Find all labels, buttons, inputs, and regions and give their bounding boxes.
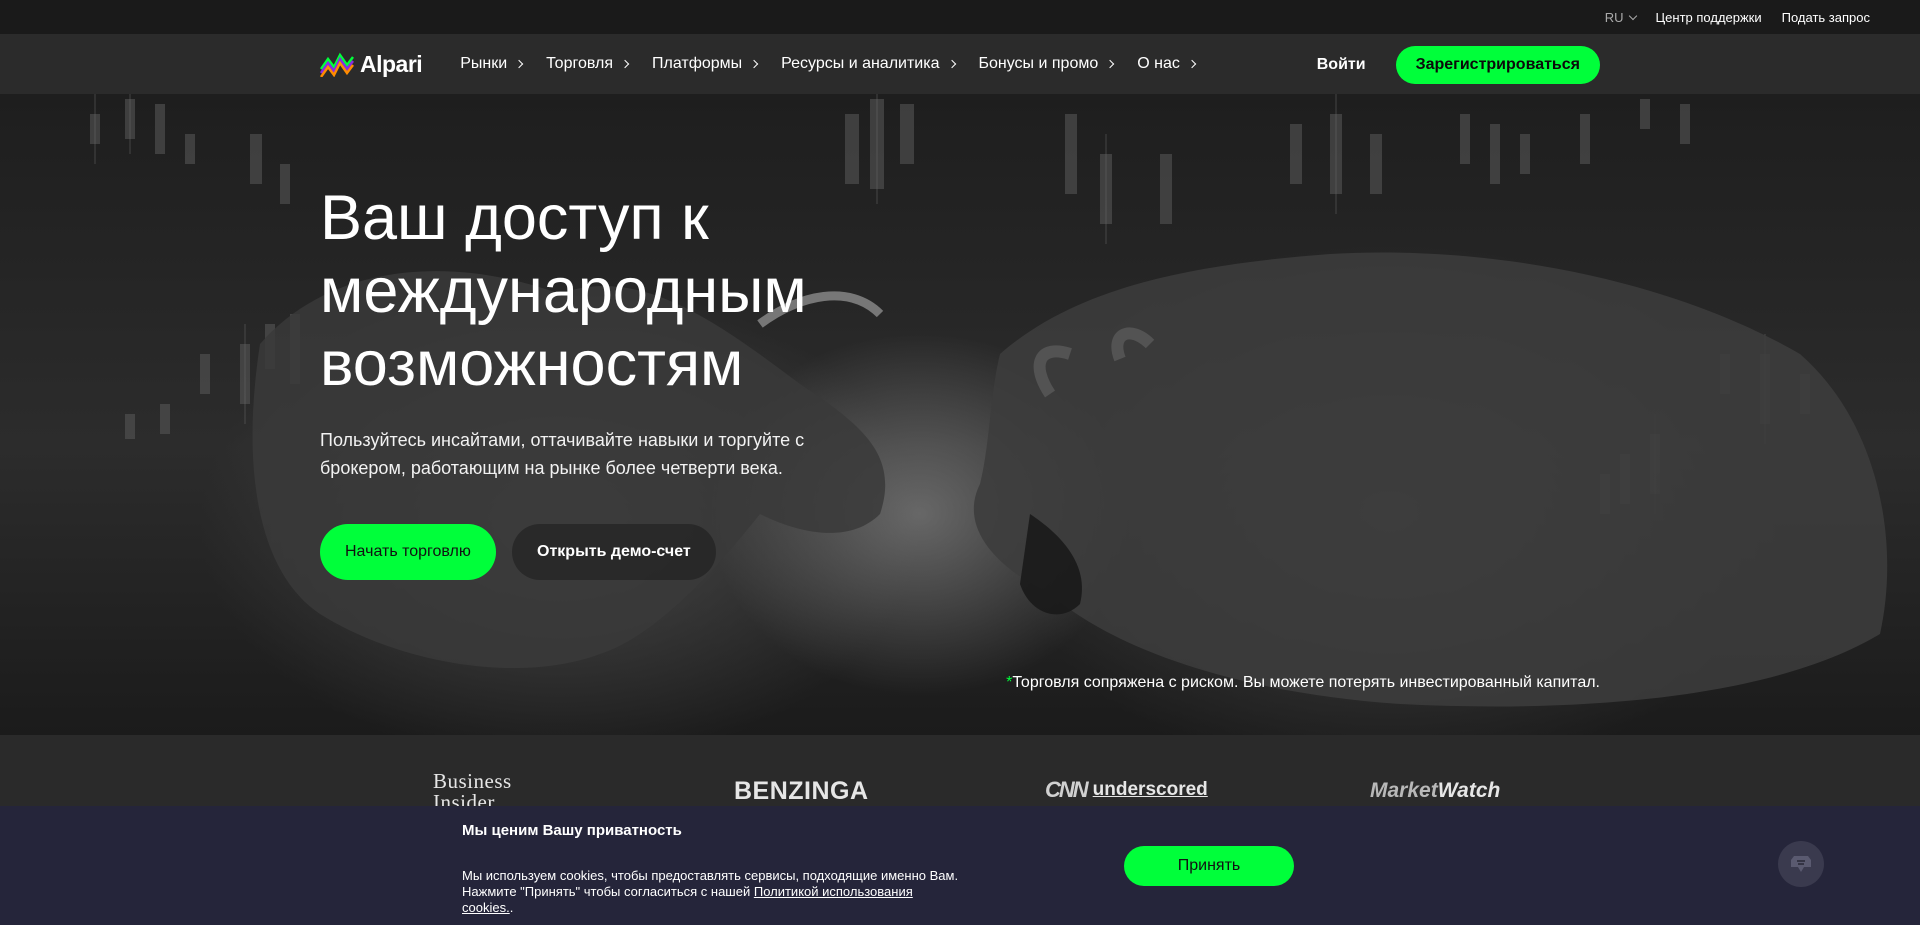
chat-button[interactable] [1778,841,1824,887]
risk-warning: *Торговля сопряжена с риском. Вы можете … [1006,674,1600,692]
cnn-underscored-logo: CNN underscored [1045,777,1208,803]
chevron-right-icon [749,59,759,69]
nav-item-markets[interactable]: Рынки [460,55,524,73]
chevron-down-icon [1628,11,1637,20]
submit-request-link[interactable]: Подать запрос [1782,10,1870,25]
cnn-mark: CNN [1045,777,1089,802]
language-label: RU [1604,9,1624,25]
hero-section: Ваш доступ к международным возможностям … [0,94,1920,735]
support-center-link[interactable]: Центр поддержки [1656,10,1762,25]
chevron-right-icon [1187,59,1197,69]
nav-item-label: Рынки [460,55,508,72]
business-insider-line1: Business [433,769,512,793]
nav-menu: Рынки Торговля Платформы Ресурсы и анали… [460,55,1219,73]
marketwatch-logo: MarketWatch [1370,779,1500,803]
nav-item-label: Ресурсы и аналитика [781,55,940,72]
cookie-text: Мы используем cookies, чтобы предоставля… [462,868,962,916]
top-utility-bar: RU Центр поддержки Подать запрос [0,0,1920,34]
bull-bear-background-image [90,94,1888,707]
nav-item-platforms[interactable]: Платформы [651,55,759,73]
chevron-right-icon [620,59,630,69]
cookie-title: Мы ценим Вашу приватность [462,822,682,839]
nav-item-about[interactable]: О нас [1137,55,1197,73]
cookie-consent-banner: Мы ценим Вашу приватность Мы используем … [0,806,1920,925]
hero-title: Ваш доступ к международным возможностям [320,183,807,399]
benzinga-logo: BENZINGA [734,777,869,805]
register-button[interactable]: Зарегистрироваться [1395,46,1600,84]
nav-item-label: Торговля [546,55,613,72]
main-navigation: Alpari Рынки Торговля Платформы Ресурсы … [0,34,1920,94]
nav-item-resources[interactable]: Ресурсы и аналитика [781,55,956,73]
nav-item-label: О нас [1137,55,1180,72]
alpari-logo[interactable]: Alpari [320,50,423,78]
accept-cookies-button[interactable]: Принять [1124,846,1294,886]
nav-item-trading[interactable]: Торговля [546,55,630,73]
nav-item-label: Бонусы и промо [978,55,1099,72]
cnn-underscored-text: underscored [1092,779,1208,800]
chat-icon [1791,856,1811,872]
alpari-logo-icon [320,52,354,77]
marketwatch-bold: Watch [1437,779,1501,802]
open-demo-account-button[interactable]: Открыть демо-счет [512,524,716,580]
chevron-right-icon [1106,59,1115,69]
nav-item-bonuses[interactable]: Бонусы и промо [978,55,1115,73]
cookie-text-end: . [509,900,514,915]
chevron-right-icon [947,59,956,69]
login-link[interactable]: Войти [1317,56,1366,74]
marketwatch-light: Market [1370,779,1438,802]
chevron-right-icon [514,59,524,69]
risk-warning-text: Торговля сопряжена с риском. Вы можете п… [1012,674,1600,691]
start-trading-button[interactable]: Начать торговлю [320,524,496,580]
nav-item-label: Платформы [651,55,743,72]
language-selector[interactable]: RU [1604,9,1637,25]
hero-subtitle: Пользуйтесь инсайтами, оттачивайте навык… [320,430,805,478]
logo-text: Alpari [360,50,423,77]
